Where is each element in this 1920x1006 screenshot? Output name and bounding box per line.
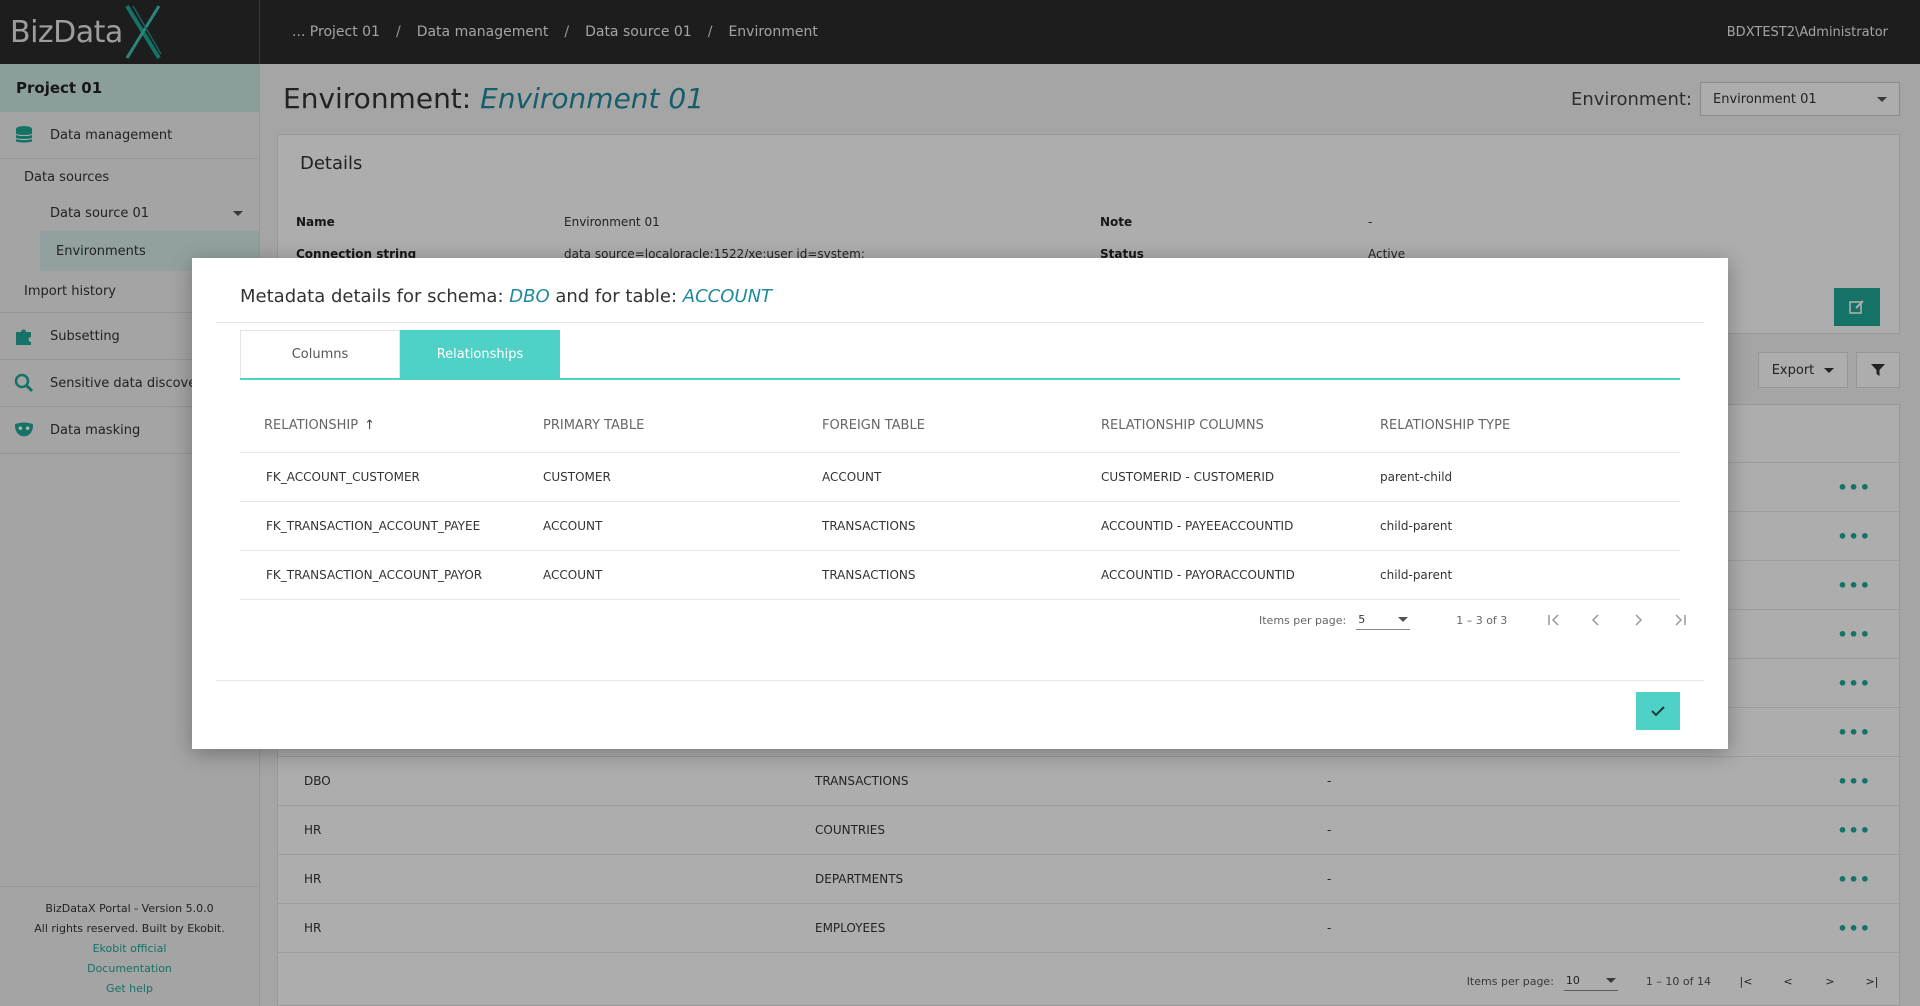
chevron-down-icon	[1398, 617, 1409, 622]
confirm-button[interactable]	[1636, 692, 1680, 730]
page-range: 1 – 3 of 3	[1456, 613, 1508, 627]
relationship-cell: FK_TRANSACTION_ACCOUNT_PAYEE	[266, 519, 481, 533]
primary-table-cell: ACCOUNT	[543, 568, 603, 582]
column-header-relationship-columns[interactable]: RELATIONSHIP COLUMNS	[1077, 418, 1356, 433]
items-per-page-label: Items per page:	[1259, 613, 1347, 627]
column-header-primary-table[interactable]: PRIMARY TABLE	[519, 418, 798, 433]
dialog-title-prefix: Metadata details for schema:	[240, 286, 510, 307]
dialog-title: Metadata details for schema: DBO and for…	[240, 286, 772, 307]
table-name: ACCOUNT	[682, 286, 773, 307]
check-icon	[1651, 706, 1665, 717]
column-header-foreign-table[interactable]: FOREIGN TABLE	[798, 418, 1077, 433]
column-header-label: RELATIONSHIP	[264, 417, 359, 433]
relationship-columns-cell: ACCOUNTID - PAYORACCOUNTID	[1101, 568, 1295, 582]
relationships-table: RELATIONSHIP ↑ PRIMARY TABLE FOREIGN TABL…	[240, 398, 1680, 600]
next-page-icon[interactable]	[1631, 613, 1645, 627]
items-per-page-value: 5	[1358, 613, 1366, 626]
previous-page-icon[interactable]	[1589, 613, 1603, 627]
metadata-details-dialog: Metadata details for schema: DBO and for…	[192, 258, 1728, 749]
foreign-table-cell: TRANSACTIONS	[822, 519, 916, 533]
column-header-relationship-type[interactable]: RELATIONSHIP TYPE	[1356, 418, 1680, 433]
primary-table-cell: ACCOUNT	[543, 519, 603, 533]
relationships-paginator: Items per page: 5 1 – 3 of 3	[1259, 610, 1687, 630]
relationship-type-cell: child-parent	[1380, 519, 1453, 533]
last-page-icon[interactable]	[1673, 613, 1687, 627]
first-page-icon[interactable]	[1547, 613, 1561, 627]
sort-ascending-icon: ↑	[364, 417, 376, 433]
foreign-table-cell: ACCOUNT	[822, 470, 882, 484]
table-row: FK_ACCOUNT_CUSTOMER CUSTOMER ACCOUNT CUS…	[240, 453, 1680, 502]
foreign-table-cell: TRANSACTIONS	[822, 568, 916, 582]
relationship-type-cell: parent-child	[1380, 470, 1453, 484]
column-header-relationship[interactable]: RELATIONSHIP ↑	[240, 418, 519, 433]
table-row: FK_TRANSACTION_ACCOUNT_PAYOR ACCOUNT TRA…	[240, 551, 1680, 600]
relationship-cell: FK_TRANSACTION_ACCOUNT_PAYOR	[266, 568, 483, 582]
items-per-page-select[interactable]: 5	[1356, 610, 1411, 630]
divider	[216, 680, 1704, 681]
relationship-cell: FK_ACCOUNT_CUSTOMER	[266, 470, 420, 484]
divider	[216, 322, 1704, 323]
relationship-columns-cell: CUSTOMERID - CUSTOMERID	[1101, 470, 1275, 484]
table-header: RELATIONSHIP ↑ PRIMARY TABLE FOREIGN TABL…	[240, 398, 1680, 453]
primary-table-cell: CUSTOMER	[543, 470, 611, 484]
dialog-tabs: Columns Relationships	[240, 330, 1680, 380]
relationship-columns-cell: ACCOUNTID - PAYEEACCOUNTID	[1101, 519, 1294, 533]
table-row: FK_TRANSACTION_ACCOUNT_PAYEE ACCOUNT TRA…	[240, 502, 1680, 551]
relationship-type-cell: child-parent	[1380, 568, 1453, 582]
dialog-title-mid: and for table:	[549, 286, 683, 307]
tab-relationships[interactable]: Relationships	[400, 330, 560, 378]
schema-name: DBO	[509, 286, 550, 307]
tab-columns[interactable]: Columns	[240, 330, 400, 378]
